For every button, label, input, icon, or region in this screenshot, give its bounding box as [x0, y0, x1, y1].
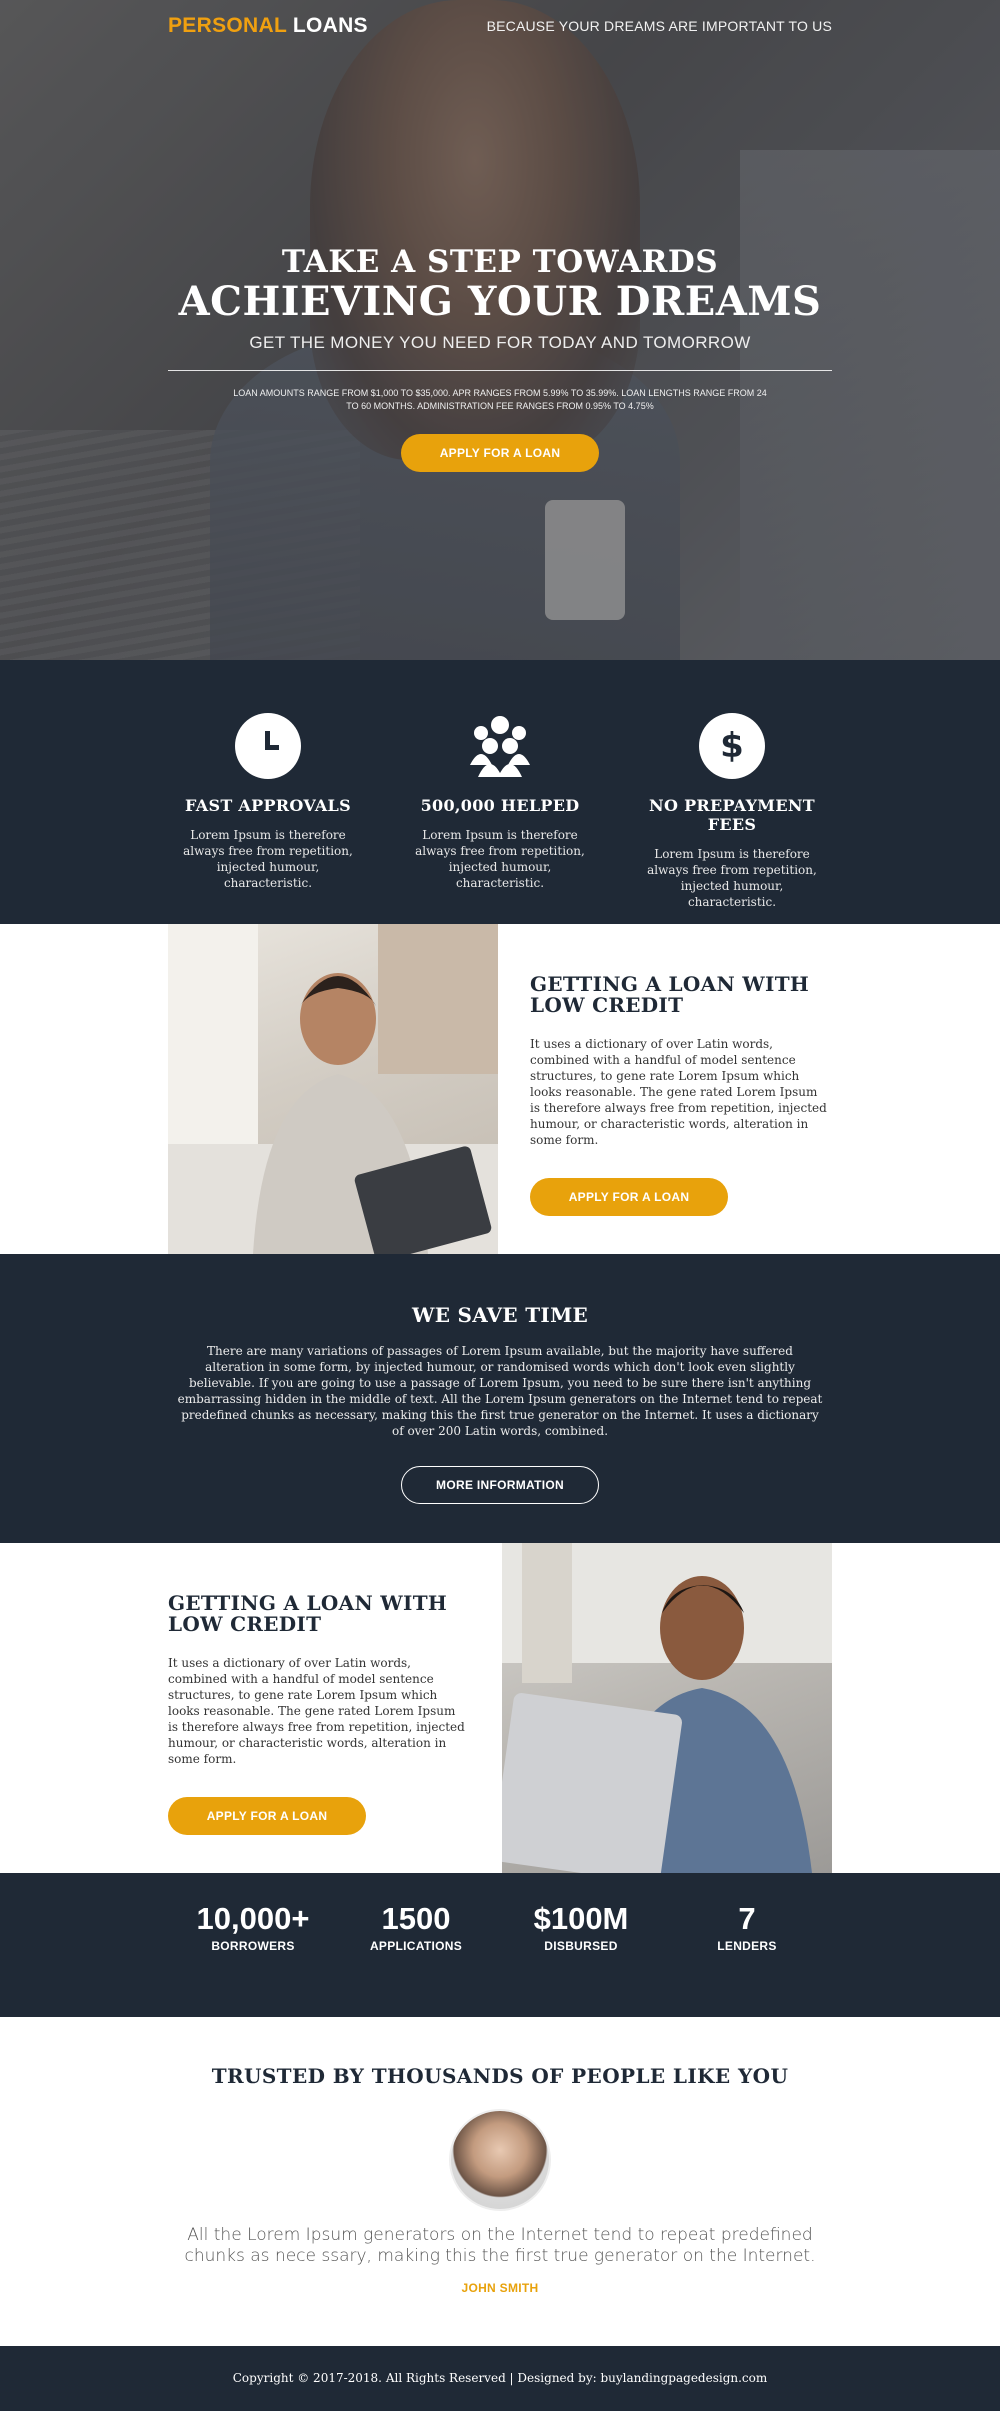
stat-lenders: 7 LENDERS	[662, 1901, 832, 1953]
hero-disclaimer: LOAN AMOUNTS RANGE FROM $1,000 TO $35,00…	[233, 388, 767, 411]
hero-title-line1: TAKE A STEP TOWARDS	[281, 244, 719, 280]
feature-helped: 500,000 HELPED Lorem Ipsum is therefore …	[400, 713, 600, 891]
more-information-button[interactable]: MORE INFORMATION	[401, 1466, 599, 1504]
feature-fast-approvals: FAST APPROVALS Lorem Ipsum is therefore …	[168, 713, 368, 891]
loan-body: It uses a dictionary of over Latin words…	[168, 1656, 465, 1766]
logo[interactable]: PERSONAL LOANS	[168, 14, 368, 38]
man-at-laptop-photo	[502, 1543, 832, 1873]
feature-text: Lorem Ipsum is therefore always free fro…	[183, 828, 353, 890]
feature-text: Lorem Ipsum is therefore always free fro…	[647, 847, 817, 909]
loan-title-line2: LOW CREDIT	[168, 1612, 322, 1636]
testimonial-section: TRUSTED BY THOUSANDS OF PEOPLE LIKE YOU …	[0, 2017, 1000, 2346]
logo-part1: PERSONAL	[168, 14, 287, 37]
hero-divider	[168, 370, 832, 371]
loan-title-line1: GETTING A LOAN WITH	[530, 972, 810, 996]
loan-apply-button[interactable]: APPLY FOR A LOAN	[168, 1797, 366, 1835]
loan-title: GETTING A LOAN WITH LOW CREDIT	[168, 1593, 468, 1635]
save-time-section: WE SAVE TIME There are many variations o…	[0, 1254, 1000, 1543]
hero-title-line2: ACHIEVING YOUR DREAMS	[178, 278, 822, 325]
features-section: FAST APPROVALS Lorem Ipsum is therefore …	[0, 660, 1000, 924]
dollar-icon: $	[699, 713, 765, 779]
feature-no-prepayment: $ NO PREPAYMENT FEES Lorem Ipsum is ther…	[632, 713, 832, 910]
testimonial-quote: All the Lorem Ipsum generators on the In…	[184, 2225, 816, 2266]
man-on-couch-photo	[168, 924, 498, 1254]
hero-content: TAKE A STEP TOWARDS ACHIEVING YOUR DREAM…	[0, 245, 1000, 472]
stat-label: DISBURSED	[544, 1939, 618, 1953]
loan-title: GETTING A LOAN WITH LOW CREDIT	[530, 974, 830, 1016]
svg-text:$: $	[720, 726, 744, 766]
loan-apply-button[interactable]: APPLY FOR A LOAN	[530, 1178, 728, 1216]
stats-section: 10,000+ BORROWERS 1500 APPLICATIONS $100…	[0, 1873, 1000, 2017]
top-bar: PERSONAL LOANS BECAUSE YOUR DREAMS ARE I…	[168, 14, 832, 44]
clock-icon	[235, 713, 301, 779]
stat-label: APPLICATIONS	[369, 1939, 463, 1953]
feature-title: NO PREPAYMENT FEES	[649, 796, 815, 834]
header-tagline: BECAUSE YOUR DREAMS ARE IMPORTANT TO US	[486, 18, 832, 34]
footer-copyright: Copyright © 2017-2018. All Rights Reserv…	[232, 2371, 768, 2385]
stat-label: LENDERS	[717, 1939, 777, 1953]
loan-body: It uses a dictionary of over Latin words…	[530, 1037, 827, 1147]
save-time-body: There are many variations of passages of…	[177, 1344, 823, 1438]
stat-applications: 1500 APPLICATIONS	[331, 1901, 501, 1953]
loan-section-2: GETTING A LOAN WITH LOW CREDIT It uses a…	[0, 1543, 1000, 1873]
testimonial-title: TRUSTED BY THOUSANDS OF PEOPLE LIKE YOU	[211, 2064, 789, 2088]
loan-text-2: GETTING A LOAN WITH LOW CREDIT It uses a…	[168, 1593, 468, 1835]
group-icon	[467, 713, 533, 779]
hero-apply-button[interactable]: APPLY FOR A LOAN	[401, 434, 599, 472]
logo-part2: LOANS	[292, 14, 368, 37]
feature-title: 500,000 HELPED	[420, 796, 580, 815]
feature-text: Lorem Ipsum is therefore always free fro…	[415, 828, 585, 890]
stat-number: 10,000+	[196, 1901, 310, 1936]
stat-disbursed: $100M DISBURSED	[496, 1901, 666, 1953]
stat-number: $100M	[533, 1901, 629, 1936]
stat-borrowers: 10,000+ BORROWERS	[168, 1901, 338, 1953]
save-time-title: WE SAVE TIME	[411, 1303, 589, 1327]
stat-number: 7	[738, 1901, 756, 1936]
avatar	[449, 2109, 551, 2211]
hero-subtitle: GET THE MONEY YOU NEED FOR TODAY AND TOM…	[249, 333, 751, 352]
footer: Copyright © 2017-2018. All Rights Reserv…	[0, 2346, 1000, 2411]
feature-title: FAST APPROVALS	[185, 796, 351, 815]
stat-label: BORROWERS	[211, 1939, 295, 1953]
loan-title-line2: LOW CREDIT	[530, 993, 684, 1017]
loan-title-line1: GETTING A LOAN WITH	[168, 1591, 448, 1615]
stat-number: 1500	[381, 1901, 451, 1936]
loan-text-1: GETTING A LOAN WITH LOW CREDIT It uses a…	[530, 974, 830, 1216]
loan-section-1: GETTING A LOAN WITH LOW CREDIT It uses a…	[0, 924, 1000, 1254]
testimonial-author: JOHN SMITH	[461, 2281, 539, 2295]
hero-section: PERSONAL LOANS BECAUSE YOUR DREAMS ARE I…	[0, 0, 1000, 660]
